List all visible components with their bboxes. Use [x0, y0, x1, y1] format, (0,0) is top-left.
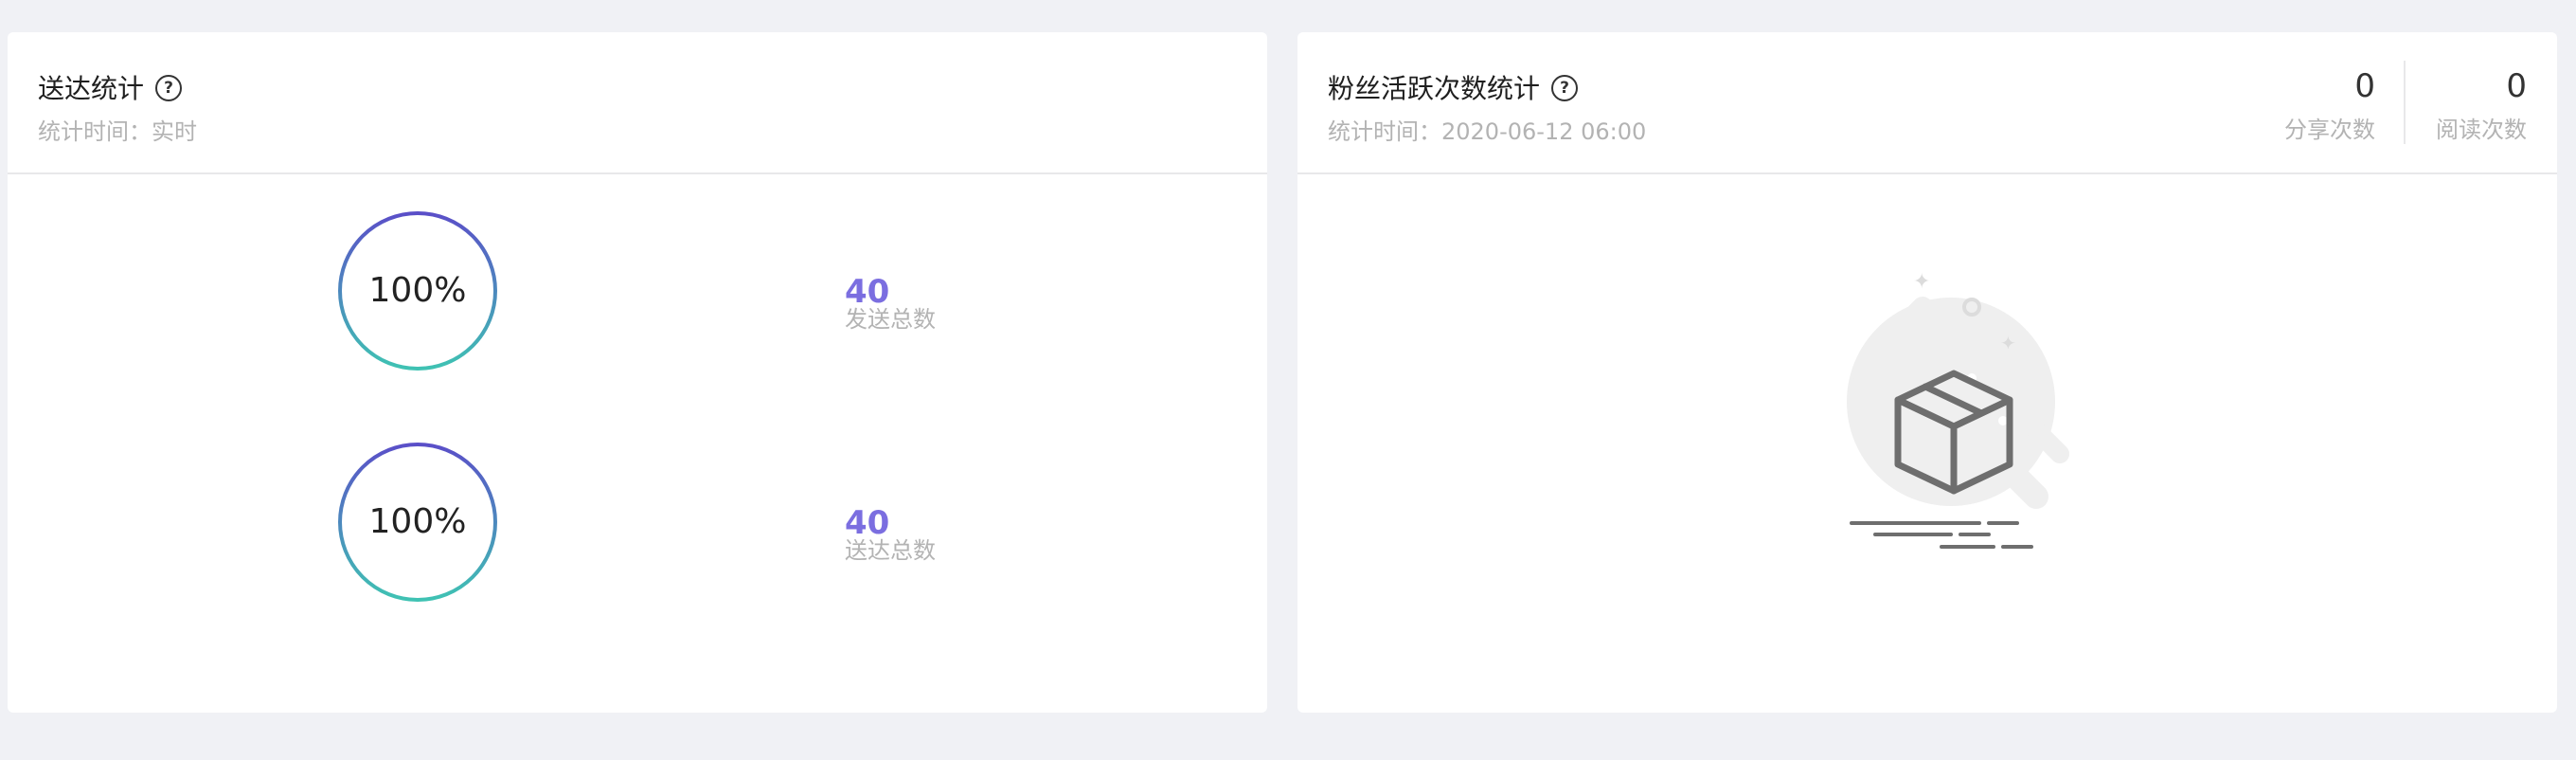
metric-divider	[2404, 61, 2406, 144]
fans-activity-card: 粉丝活跃次数统计? 统计时间：2020-06-12 06:00 0 分享次数 0…	[1297, 32, 2557, 713]
delivery-stats-header: 送达统计? 统计时间：实时	[8, 32, 1267, 174]
fans-activity-subtitle: 统计时间：2020-06-12 06:00	[1328, 118, 1647, 145]
delivery-stats-title: 送达统计?	[38, 70, 183, 108]
send-total-value: 40	[845, 273, 890, 311]
empty-box-icon: ✦ ✦	[1799, 231, 2084, 553]
read-count-label: 阅读次数	[2436, 117, 2527, 143]
delivered-rate-label: 100%	[368, 502, 467, 541]
read-count-metric: 0 阅读次数	[2436, 64, 2527, 146]
send-rate-ring: 100%	[337, 210, 498, 371]
share-count-metric: 0 分享次数	[2284, 64, 2375, 146]
share-count-label: 分享次数	[2284, 117, 2375, 143]
question-circle-icon[interactable]: ?	[1551, 74, 1579, 101]
question-circle-icon[interactable]: ?	[155, 74, 183, 101]
svg-text:✦: ✦	[1913, 270, 1930, 294]
delivery-stats-subtitle: 统计时间：实时	[38, 118, 197, 145]
fans-activity-header: 粉丝活跃次数统计? 统计时间：2020-06-12 06:00 0 分享次数 0…	[1297, 32, 2557, 174]
delivered-total-value: 40	[845, 504, 890, 542]
svg-text:✦: ✦	[2000, 332, 2016, 354]
share-count-value: 0	[2354, 67, 2375, 105]
send-total-label: 发送总数	[845, 306, 936, 333]
delivered-total-label: 送达总数	[845, 537, 936, 564]
read-count-value: 0	[2506, 67, 2527, 105]
send-rate-label: 100%	[368, 271, 467, 310]
delivered-rate-ring: 100%	[337, 442, 498, 603]
delivery-stats-card: 送达统计? 统计时间：实时 100% 40 发送总数 100% 40 送达总数	[8, 32, 1267, 713]
fans-activity-title: 粉丝活跃次数统计?	[1328, 70, 1579, 108]
